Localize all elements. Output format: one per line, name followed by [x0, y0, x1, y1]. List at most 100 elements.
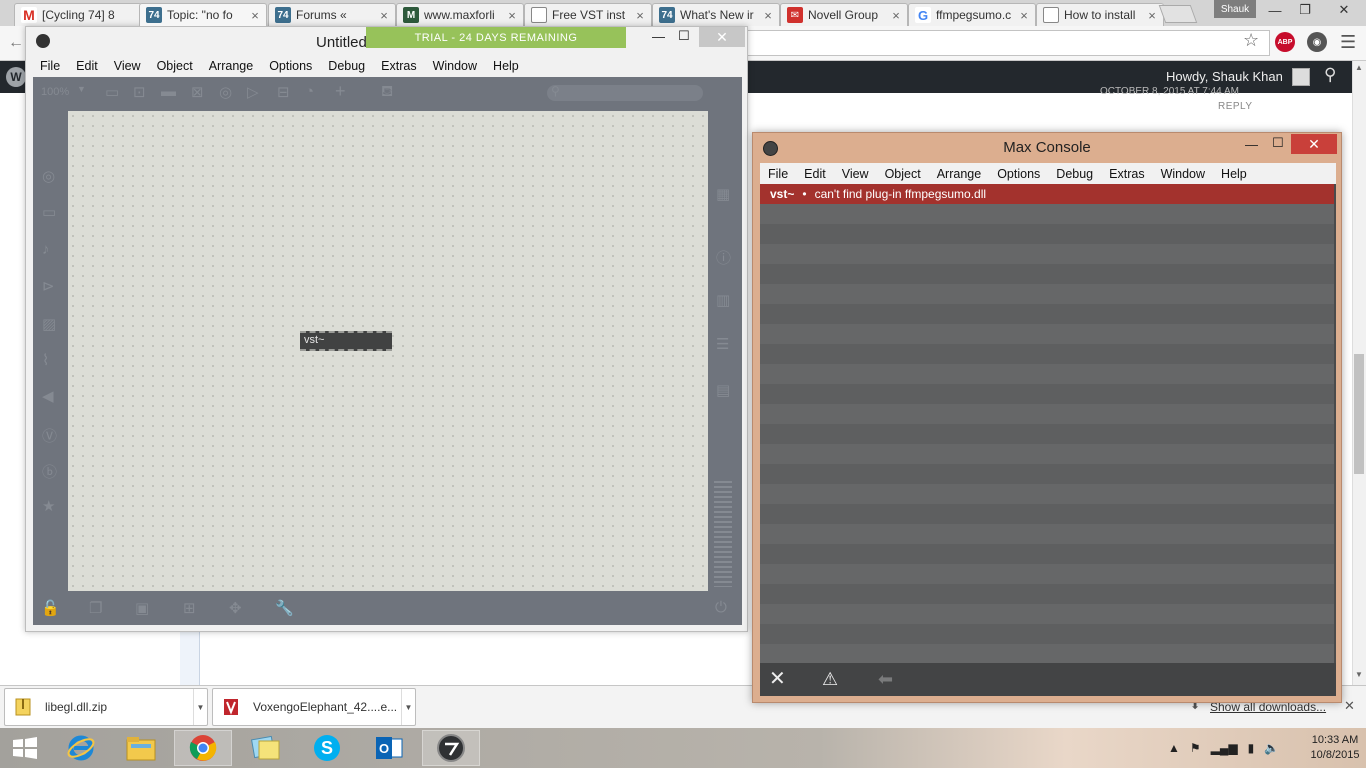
search-icon[interactable]: ⚲ — [1324, 65, 1336, 85]
presentation-icon[interactable]: ▭ — [105, 83, 119, 101]
wordpress-logo-icon[interactable]: W — [6, 67, 26, 87]
internet-explorer-button[interactable] — [52, 730, 110, 766]
close-icon[interactable]: ✕ — [1322, 0, 1366, 20]
bookmark-star-icon[interactable]: ☆ — [1243, 30, 1259, 51]
toggle-icon[interactable]: ▷ — [247, 83, 259, 101]
minimize-icon[interactable]: — — [652, 29, 665, 44]
chevron-up-icon[interactable]: ▲ — [1168, 741, 1180, 755]
close-downloads-icon[interactable]: ✕ — [1344, 698, 1355, 714]
patcher-canvas[interactable]: vst~ — [68, 111, 708, 591]
close-icon[interactable]: ✕ — [1291, 134, 1337, 154]
back-arrow-icon[interactable]: ← — [8, 34, 24, 52]
scroll-down-icon[interactable]: ▼ — [1352, 670, 1366, 679]
menu-object[interactable]: Object — [885, 167, 921, 181]
maximize-icon[interactable]: ☐ — [678, 28, 690, 44]
target-icon[interactable]: ◎ — [42, 167, 55, 185]
tab-maxforlive[interactable]: M www.maxforli × — [396, 3, 524, 26]
menu-file[interactable]: File — [768, 167, 788, 181]
menu-help[interactable]: Help — [1221, 167, 1247, 181]
inspector-icon[interactable]: ▥ — [716, 291, 730, 309]
comment-icon[interactable]: ▬ — [161, 83, 176, 100]
image-icon[interactable]: ▨ — [42, 315, 56, 333]
menu-view[interactable]: View — [114, 59, 141, 73]
tab-forums[interactable]: 74 Forums « × — [268, 3, 396, 26]
photos-button[interactable] — [236, 730, 294, 766]
admin-greeting[interactable]: Howdy, Shauk Khan — [1166, 69, 1283, 84]
snap-icon[interactable]: ✥ — [229, 599, 242, 617]
windows-start-icon[interactable] — [12, 737, 38, 759]
download-item[interactable]: VoxengoElephant_42....e... ▼ — [212, 688, 416, 726]
message-icon[interactable]: ⊠ — [191, 83, 204, 101]
menu-edit[interactable]: Edit — [76, 59, 98, 73]
grid-toggle-icon[interactable]: ⊞ — [183, 599, 196, 617]
tab-novell[interactable]: ✉ Novell Group × — [780, 3, 908, 26]
minimize-icon[interactable]: — — [1260, 0, 1290, 20]
tab-ffmpegsumo[interactable]: G ffmpegsumo.c × — [908, 3, 1036, 26]
adblock-icon[interactable]: ABP — [1275, 32, 1295, 52]
menu-options[interactable]: Options — [269, 59, 312, 73]
menu-object[interactable]: Object — [157, 59, 193, 73]
menu-file[interactable]: File — [40, 59, 60, 73]
battery-icon[interactable]: ▮ — [1248, 741, 1255, 755]
new-tab-button[interactable] — [1158, 5, 1198, 23]
menu-arrange[interactable]: Arrange — [209, 59, 253, 73]
scrollbar-thumb[interactable] — [1354, 354, 1364, 474]
speaker-icon[interactable]: ◀ — [42, 387, 54, 405]
tab-topic[interactable]: 74 Topic: "no fo × — [139, 3, 267, 26]
star-icon[interactable]: ★ — [42, 497, 55, 515]
step-icon[interactable]: ⊡ — [133, 83, 146, 101]
dial-icon[interactable]: ◔ — [305, 83, 314, 100]
menu-arrange[interactable]: Arrange — [937, 167, 981, 181]
maximize-icon[interactable]: ☐ — [1272, 135, 1284, 151]
tab-gmail[interactable]: M [Cycling 74] 8 — [14, 3, 142, 26]
reply-link[interactable]: REPLY — [1218, 101, 1253, 112]
chevron-down-icon[interactable]: ▼ — [193, 689, 207, 725]
number-icon[interactable]: ⊟ — [277, 83, 290, 101]
beap-icon[interactable]: ⓑ — [42, 461, 57, 482]
tab-free-vst[interactable]: Free VST inst × — [524, 3, 652, 26]
file-explorer-button[interactable] — [112, 730, 170, 766]
skype-button[interactable]: S — [298, 730, 356, 766]
chrome-button[interactable] — [174, 730, 232, 766]
chevron-down-icon[interactable]: ▼ — [77, 84, 86, 94]
close-tab-icon[interactable]: × — [1145, 8, 1159, 23]
clear-console-icon[interactable]: ✕ — [769, 669, 786, 689]
list-icon[interactable]: ☰ — [716, 335, 729, 353]
download-item[interactable]: libegl.dll.zip ▼ — [4, 688, 208, 726]
volume-icon[interactable]: 🔈 — [1264, 741, 1279, 755]
vst-object-box[interactable]: vst~ — [300, 331, 392, 351]
close-tab-icon[interactable]: × — [377, 8, 391, 23]
menu-window[interactable]: Window — [433, 59, 477, 73]
info-icon[interactable]: ⓘ — [716, 247, 731, 268]
menu-help[interactable]: Help — [493, 59, 519, 73]
menu-debug[interactable]: Debug — [1056, 167, 1093, 181]
close-tab-icon[interactable]: × — [889, 8, 903, 23]
button-icon[interactable]: ◎ — [219, 83, 232, 101]
menu-window[interactable]: Window — [1161, 167, 1205, 181]
presentation-mode-icon[interactable]: ▣ — [135, 599, 149, 617]
menu-view[interactable]: View — [842, 167, 869, 181]
layers-icon[interactable]: ❐ — [89, 599, 102, 617]
extension-icon[interactable]: ◉ — [1307, 32, 1327, 52]
chrome-menu-icon[interactable]: ☰ — [1340, 32, 1356, 53]
warning-icon[interactable]: ⚠ — [822, 669, 838, 690]
chevron-down-icon[interactable]: ▼ — [401, 689, 415, 725]
address-bar[interactable] — [720, 30, 1270, 56]
media-icon[interactable]: ⊳ — [42, 277, 55, 295]
menu-debug[interactable]: Debug — [328, 59, 365, 73]
add-object-icon[interactable]: + — [335, 81, 346, 102]
menu-extras[interactable]: Extras — [1109, 167, 1144, 181]
menu-extras[interactable]: Extras — [381, 59, 416, 73]
wrench-icon[interactable]: 🔧 — [275, 599, 294, 617]
console-scrollbar[interactable] — [1334, 184, 1336, 663]
level-meter[interactable] — [714, 481, 732, 587]
scroll-up-icon[interactable]: ▲ — [1352, 63, 1366, 72]
layout-icon[interactable]: ▤ — [716, 381, 730, 399]
flag-icon[interactable]: ⚑ — [1190, 741, 1201, 755]
close-tab-icon[interactable]: × — [248, 8, 262, 23]
search-input[interactable] — [547, 85, 703, 101]
music-note-icon[interactable]: ♪ — [42, 241, 50, 258]
system-clock[interactable]: 10:33 AM 10/8/2015 — [1310, 733, 1360, 763]
browser-icon[interactable]: ▭ — [42, 203, 56, 221]
tab-whats-new[interactable]: 74 What's New ir × — [652, 3, 780, 26]
